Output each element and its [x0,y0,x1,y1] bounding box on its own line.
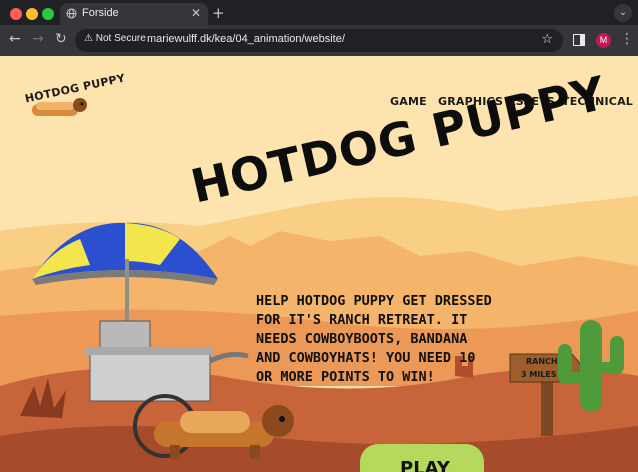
side-panel-icon[interactable] [573,34,585,46]
web-page: HOTDOG PUPPY GAME GRAPHICS ASSETS TECHNI… [0,56,638,472]
browser-toolbar: ← → ↻ ⚠ Not Secure mariewulff.dk/kea/04_… [0,25,638,56]
profile-avatar[interactable]: M [596,33,611,48]
sign-distance-label: 3 MILES [521,370,557,379]
security-chip[interactable]: ⚠ Not Secure [84,33,146,44]
tab-title: Forside [82,7,119,19]
address-bar[interactable]: ⚠ Not Secure mariewulff.dk/kea/04_animat… [75,29,563,52]
reload-icon[interactable]: ↻ [55,31,67,47]
cactus-icon [558,320,624,412]
sign-ranch-label: RANCH [526,357,558,366]
tab-close-icon[interactable]: ✕ [191,6,201,20]
game-description: HELP HOTDOG PUPPY GET DRESSED FOR IT'S R… [256,293,492,385]
forward-arrow-icon[interactable]: → [32,31,44,47]
tab-strip: Forside ✕ + ⌄ [0,0,638,25]
browser-chrome: Forside ✕ + ⌄ ← → ↻ ⚠ Not Secure mariewu… [0,0,638,56]
globe-icon [66,8,77,19]
bookmark-star-icon[interactable]: ☆ [541,32,553,47]
kebab-menu-icon[interactable]: ⋮ [620,31,634,47]
tab-search-chevron-icon[interactable]: ⌄ [614,4,632,22]
play-button-label: PLAY [400,458,450,472]
url-text[interactable]: mariewulff.dk/kea/04_animation/website/ [147,33,345,45]
hotdog-puppy-character-icon [154,405,294,459]
minimize-window-button[interactable] [26,8,38,20]
play-button[interactable]: PLAY [360,444,484,472]
back-arrow-icon[interactable]: ← [9,31,21,47]
new-tab-button[interactable]: + [212,4,225,22]
maximize-window-button[interactable] [42,8,54,20]
browser-tab[interactable]: Forside ✕ [60,3,208,25]
not-secure-label: Not Secure [95,33,146,44]
close-window-button[interactable] [10,8,22,20]
